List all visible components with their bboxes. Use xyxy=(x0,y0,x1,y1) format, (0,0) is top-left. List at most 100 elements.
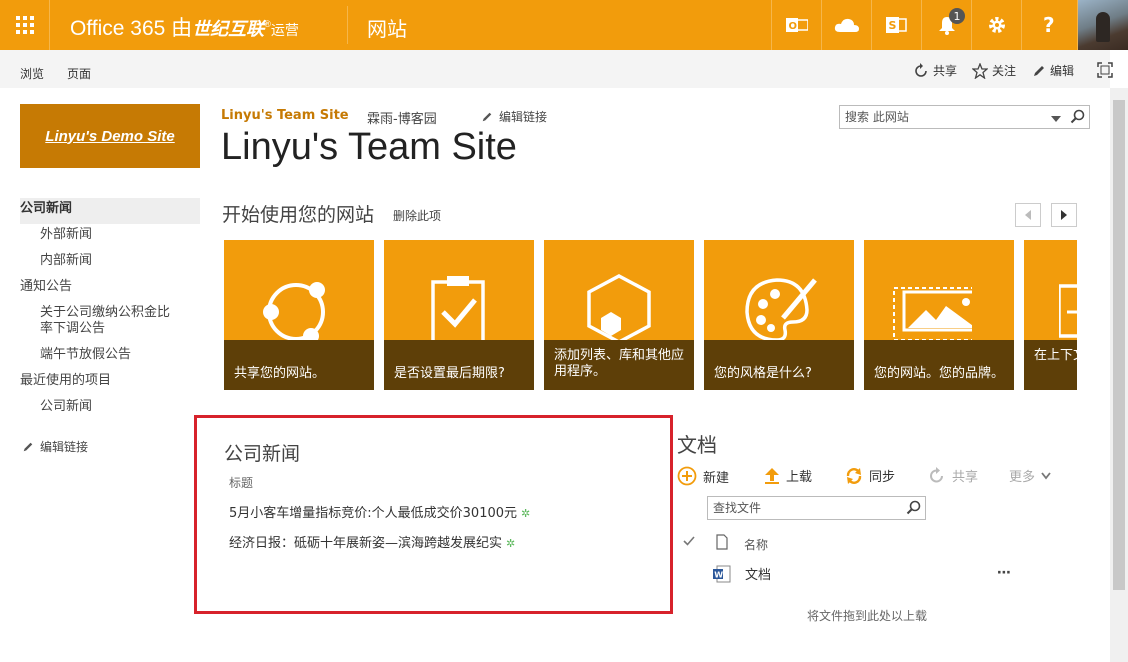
new-document-label: 新建 xyxy=(703,470,730,486)
chevron-down-icon xyxy=(1041,471,1051,479)
document-more-menu[interactable]: ⋯ xyxy=(997,565,1012,581)
nav-edit-links-label: 编辑链接 xyxy=(40,440,89,454)
nav-item-announcements[interactable]: 通知公告 xyxy=(20,276,200,302)
tab-page[interactable]: 页面 xyxy=(67,65,91,82)
tab-browse[interactable]: 浏览 xyxy=(20,65,44,82)
edit-button[interactable]: 编辑 xyxy=(1032,62,1074,79)
onedrive-icon xyxy=(834,18,859,32)
sway-icon: S xyxy=(885,17,907,33)
share-circle-icon xyxy=(263,282,325,344)
fullscreen-icon xyxy=(1097,62,1113,78)
top-edit-links[interactable]: 编辑链接 xyxy=(481,108,547,125)
news-item[interactable]: 5月小客车增量指标竞价:个人最低成交价30100元 ✲ xyxy=(229,502,530,521)
document-name-link[interactable]: 文档 xyxy=(745,564,771,583)
documents-title[interactable]: 文档 xyxy=(677,429,717,458)
scrollbar-thumb[interactable] xyxy=(1113,100,1125,590)
new-document-button[interactable]: 新建 xyxy=(677,466,729,486)
caret-down-icon xyxy=(1051,116,1061,122)
suite-bar: Office 365 由世纪互联®运营 网站 O S 1 ? xyxy=(0,0,1128,50)
nav-item-recent[interactable]: 最近使用的项目 xyxy=(20,370,200,396)
column-name-header[interactable]: 名称 xyxy=(744,536,768,553)
news-item[interactable]: 经济日报：砥砺十年展新姿—滨海跨越发展纪实 ✲ xyxy=(229,532,515,551)
onedrive-button[interactable] xyxy=(821,0,871,50)
hexagon-app-icon xyxy=(587,274,651,344)
follow-label: 关注 xyxy=(992,64,1017,78)
sync-icon xyxy=(846,467,862,484)
nav-item-recent-company-news[interactable]: 公司新闻 xyxy=(20,396,200,422)
svg-text:?: ? xyxy=(1043,14,1055,36)
search-icon xyxy=(1070,109,1085,124)
nav-item-external-news[interactable]: 外部新闻 xyxy=(20,224,200,250)
outlook-icon: O xyxy=(785,18,808,32)
search-icon xyxy=(906,500,921,515)
brand-title[interactable]: Office 365 由世纪互联®运营 xyxy=(70,12,299,42)
tile-your-style[interactable]: 您的风格是什么? xyxy=(704,240,854,390)
app-launcher-button[interactable] xyxy=(0,0,50,50)
nav-item-fund-notice[interactable]: 关于公司缴纳公积金比率下调公告 xyxy=(20,302,180,344)
app-name[interactable]: 网站 xyxy=(367,13,407,42)
find-file-input[interactable] xyxy=(708,497,898,519)
share-label: 共享 xyxy=(933,64,958,78)
svg-text:O: O xyxy=(788,21,797,32)
tile-share-site[interactable]: 共享您的网站。 xyxy=(224,240,374,390)
select-all-checkmark[interactable] xyxy=(683,535,695,551)
sync-button[interactable]: 同步 xyxy=(845,466,895,485)
tile-add-apps[interactable]: 添加列表、库和其他应用程序。 xyxy=(544,240,694,390)
breadcrumb-team-site[interactable]: Linyu's Team Site xyxy=(221,108,349,123)
svg-text:W: W xyxy=(714,571,723,580)
nav-item-internal-news[interactable]: 内部新闻 xyxy=(20,250,200,276)
notifications-button[interactable]: 1 xyxy=(921,0,971,50)
avatar[interactable] xyxy=(1077,0,1128,50)
clipboard-check-icon xyxy=(431,276,485,344)
sway-button[interactable]: S xyxy=(871,0,921,50)
breadcrumb-blog[interactable]: 霖雨-博客园 xyxy=(367,108,437,127)
sync-label: 同步 xyxy=(869,470,896,485)
follow-button[interactable]: 关注 xyxy=(972,62,1016,79)
more-actions-button[interactable]: 更多 xyxy=(1009,466,1051,485)
getting-started-tiles: 共享您的网站。 是否设置最后期限? 添加列表、库和其他应用程序。 您的风格是什么… xyxy=(224,240,1077,390)
search-scope-dropdown[interactable] xyxy=(1051,112,1061,127)
help-button[interactable]: ? xyxy=(1021,0,1077,50)
brand-operator: 世纪互联 xyxy=(192,19,265,39)
tiles-next-button[interactable] xyxy=(1051,203,1077,227)
checkmark-icon xyxy=(683,536,695,546)
nav-item-company-news[interactable]: 公司新闻 xyxy=(20,198,200,224)
upload-button[interactable]: 上载 xyxy=(764,466,812,485)
nav-item-holiday-notice[interactable]: 端午节放假公告 xyxy=(20,344,200,370)
nav-edit-links[interactable]: 编辑链接 xyxy=(20,434,200,460)
share-button[interactable]: 共享 xyxy=(913,62,957,79)
star-icon xyxy=(972,62,988,79)
tile-your-brand[interactable]: 您的网站。您的品牌。 xyxy=(864,240,1014,390)
remove-getting-started[interactable]: 删除此项 xyxy=(393,207,441,224)
tile-caption: 您的网站。您的品牌。 xyxy=(864,340,1014,390)
news-item-title: 经济日报：砥砺十年展新姿—滨海跨越发展纪实 xyxy=(229,536,503,551)
news-webpart-title[interactable]: 公司新闻 xyxy=(224,439,300,466)
notification-badge: 1 xyxy=(949,8,965,24)
brand-divider xyxy=(347,6,348,44)
palette-icon xyxy=(745,278,817,342)
image-landscape-icon xyxy=(893,287,972,341)
share-document-button[interactable]: 共享 xyxy=(928,466,978,485)
plus-circle-icon xyxy=(677,466,697,486)
pencil-icon xyxy=(23,442,33,452)
drop-files-hint: 将文件拖到此处以上载 xyxy=(807,609,928,623)
focus-mode-button[interactable] xyxy=(1097,62,1113,78)
find-file-button[interactable] xyxy=(906,500,921,519)
svg-text:S: S xyxy=(888,19,896,32)
tile-work-in-context[interactable]: 在上下文中工作。 xyxy=(1024,240,1077,390)
more-actions-label: 更多 xyxy=(1009,470,1036,485)
tile-caption: 是否设置最后期限? xyxy=(384,340,534,390)
ribbon-bar: 浏览 页面 共享 关注 编辑 xyxy=(0,50,1113,88)
file-type-header xyxy=(716,534,728,554)
site-logo[interactable]: Linyu's Demo Site xyxy=(20,104,200,168)
tile-set-deadline[interactable]: 是否设置最后期限? xyxy=(384,240,534,390)
settings-button[interactable] xyxy=(971,0,1021,50)
outlook-button[interactable]: O xyxy=(771,0,821,50)
document-row[interactable]: W xyxy=(712,564,732,588)
tiles-prev-button[interactable] xyxy=(1015,203,1041,227)
search-button[interactable] xyxy=(1070,109,1085,128)
site-search-input[interactable] xyxy=(840,106,1040,128)
news-column-title[interactable]: 标题 xyxy=(229,474,253,491)
help-icon: ? xyxy=(1043,14,1055,36)
pencil-icon xyxy=(1034,65,1044,76)
